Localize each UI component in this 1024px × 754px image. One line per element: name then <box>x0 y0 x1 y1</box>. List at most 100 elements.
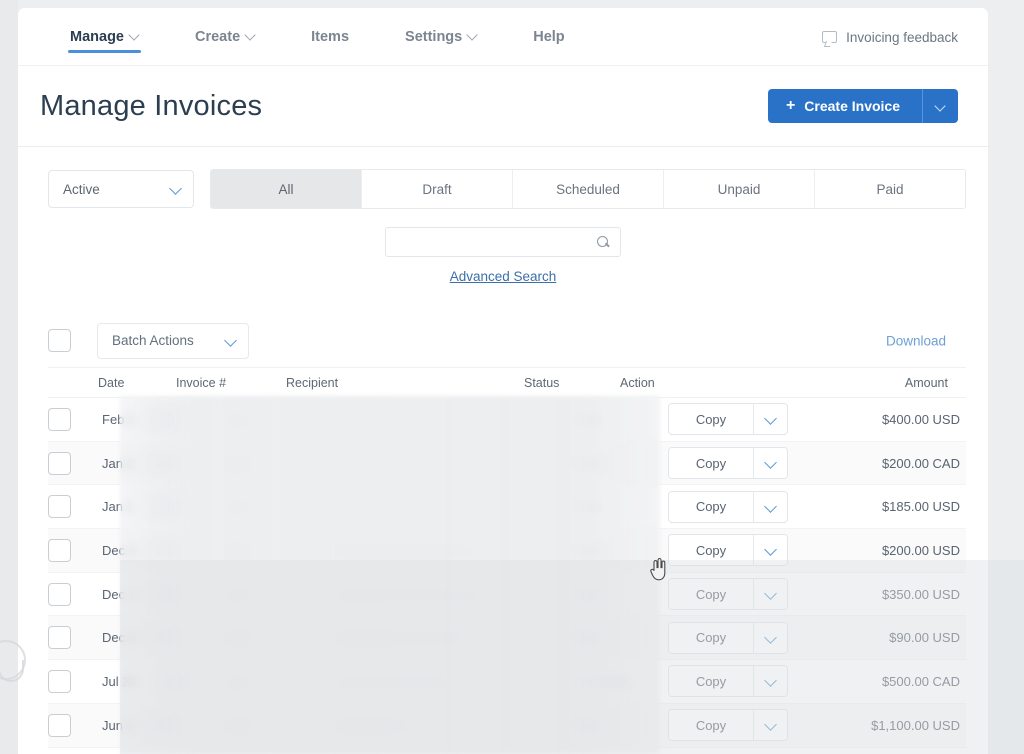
row-checkbox[interactable] <box>48 713 71 737</box>
row-checkbox[interactable] <box>48 538 71 562</box>
cell-invoice-number <box>224 456 334 471</box>
nav-item-label: Settings <box>405 29 463 45</box>
table-row[interactable]: Jul 28 Canceled Copy $500.00 CAD <box>48 660 966 704</box>
select-all-checkbox[interactable] <box>48 329 71 352</box>
nav-item-items[interactable]: Items <box>309 8 351 66</box>
copy-button[interactable]: Copy <box>669 622 753 653</box>
nav-item-label: Help <box>533 29 565 45</box>
cell-action: Copy <box>668 665 838 698</box>
batch-actions-select[interactable]: Batch Actions <box>97 322 249 359</box>
status-filter-select[interactable]: Active <box>48 170 194 208</box>
column-header-invoice-number[interactable]: Invoice # <box>176 376 286 390</box>
search-area: Advanced Search <box>18 209 988 284</box>
tab-paid[interactable]: Paid <box>815 170 965 208</box>
tab-all[interactable]: All <box>211 170 362 208</box>
nav-item-manage[interactable]: Manage <box>68 8 141 66</box>
row-checkbox[interactable] <box>48 407 71 431</box>
copy-button[interactable]: Copy <box>669 666 753 697</box>
recipient-redacted <box>334 589 482 601</box>
row-checkbox[interactable] <box>48 626 71 650</box>
row-action-dropdown-toggle[interactable] <box>753 535 787 566</box>
cell-invoice-number <box>224 412 334 427</box>
create-invoice-button[interactable]: + Create Invoice <box>767 89 922 123</box>
row-action-dropdown-toggle[interactable] <box>753 491 787 522</box>
row-checkbox-cell <box>48 669 96 693</box>
nav-item-help[interactable]: Help <box>531 8 566 66</box>
cell-amount: $350.00 USD <box>881 586 960 602</box>
table-header-row: Date Invoice # Recipient Status Action A… <box>48 368 966 398</box>
invoice-status-tabs: All Draft Scheduled Unpaid Paid <box>210 169 966 209</box>
primary-navigation: Manage Create Items Settings Help Invoic… <box>18 8 988 66</box>
row-action-dropdown-toggle[interactable] <box>753 579 787 610</box>
chevron-down-icon <box>766 545 776 555</box>
cell-date-text: Jan 1 <box>102 455 134 471</box>
page-title: Manage Invoices <box>40 89 263 122</box>
nav-item-create[interactable]: Create <box>193 8 257 66</box>
chevron-down-icon <box>766 502 776 512</box>
search-input[interactable] <box>385 227 621 257</box>
row-action-dropdown-toggle[interactable] <box>753 622 787 653</box>
table-row[interactable]: Jun 1 Paid Copy $1,100.00 USD <box>48 703 966 748</box>
chevron-down-icon <box>226 336 236 346</box>
tab-scheduled[interactable]: Scheduled <box>513 170 664 208</box>
nav-item-label: Create <box>195 29 241 45</box>
row-checkbox-cell <box>48 582 96 606</box>
download-link[interactable]: Download <box>886 333 946 348</box>
table-row[interactable]: Feb 1 Paid Copy $400.00 USD <box>48 398 966 442</box>
row-checkbox[interactable] <box>48 451 71 475</box>
copy-button[interactable]: Copy <box>669 448 753 479</box>
search-icon[interactable] <box>597 235 610 249</box>
table-row[interactable]: Jan 1 Paid Copy $200.00 CAD <box>48 441 966 486</box>
batch-actions-label: Batch Actions <box>112 333 194 348</box>
invoice-number-redacted <box>224 633 250 645</box>
copy-button[interactable]: Copy <box>669 535 753 566</box>
feedback-label: Invoicing feedback <box>846 29 958 45</box>
table-row[interactable]: Dec 1 Paid Copy $200.00 USD <box>48 529 966 573</box>
table-row[interactable]: Dec 4 Paid Copy $90.00 USD <box>48 616 966 661</box>
chevron-down-icon <box>130 31 139 40</box>
tab-draft[interactable]: Draft <box>362 170 513 208</box>
row-action-dropdown-toggle[interactable] <box>753 710 787 741</box>
status-badge: Paid <box>572 542 599 558</box>
cell-invoice-number <box>224 587 334 602</box>
cell-date: Dec 1 <box>96 534 224 566</box>
create-invoice-split-button: + Create Invoice <box>767 89 958 123</box>
cell-date-text: Dec 1 <box>102 542 136 558</box>
invoice-number-redacted <box>224 720 250 732</box>
cell-date: Jun 1 <box>96 709 224 741</box>
cell-date-text: Jun 1 <box>102 717 134 733</box>
row-action-split-button: Copy <box>668 578 788 611</box>
advanced-search-link[interactable]: Advanced Search <box>450 269 557 284</box>
tab-unpaid[interactable]: Unpaid <box>664 170 815 208</box>
cell-date-text: Jan 1 <box>102 499 134 515</box>
table-row[interactable]: Dec 4 Paid Copy $350.00 USD <box>48 573 966 617</box>
column-header-recipient[interactable]: Recipient <box>286 376 524 390</box>
invoicing-feedback-link[interactable]: Invoicing feedback <box>822 8 958 66</box>
create-invoice-dropdown-toggle[interactable] <box>922 89 958 123</box>
cell-invoice-number <box>224 499 334 514</box>
column-header-amount[interactable]: Amount <box>790 376 966 390</box>
page-header: Manage Invoices + Create Invoice <box>18 66 988 146</box>
row-checkbox[interactable] <box>48 582 71 606</box>
copy-button[interactable]: Copy <box>669 404 753 435</box>
status-badge: Paid <box>572 455 599 471</box>
recipient-redacted <box>334 720 408 732</box>
copy-button[interactable]: Copy <box>669 710 753 741</box>
cell-recipient <box>334 543 572 558</box>
nav-item-settings[interactable]: Settings <box>403 8 479 66</box>
copy-button[interactable]: Copy <box>669 579 753 610</box>
row-action-dropdown-toggle[interactable] <box>753 666 787 697</box>
cell-recipient <box>334 587 572 602</box>
row-checkbox-cell <box>48 538 96 562</box>
row-action-dropdown-toggle[interactable] <box>753 404 787 435</box>
cell-amount: $200.00 USD <box>881 542 960 558</box>
copy-button[interactable]: Copy <box>669 491 753 522</box>
column-header-status[interactable]: Status <box>524 376 620 390</box>
column-header-date[interactable]: Date <box>48 376 176 390</box>
invoice-number-redacted <box>224 677 250 689</box>
table-row[interactable]: Jan 1 Paid Copy $185.00 USD <box>48 485 966 530</box>
tab-label: All <box>278 181 294 197</box>
row-checkbox[interactable] <box>48 495 71 519</box>
row-checkbox[interactable] <box>48 669 71 693</box>
row-action-dropdown-toggle[interactable] <box>753 448 787 479</box>
